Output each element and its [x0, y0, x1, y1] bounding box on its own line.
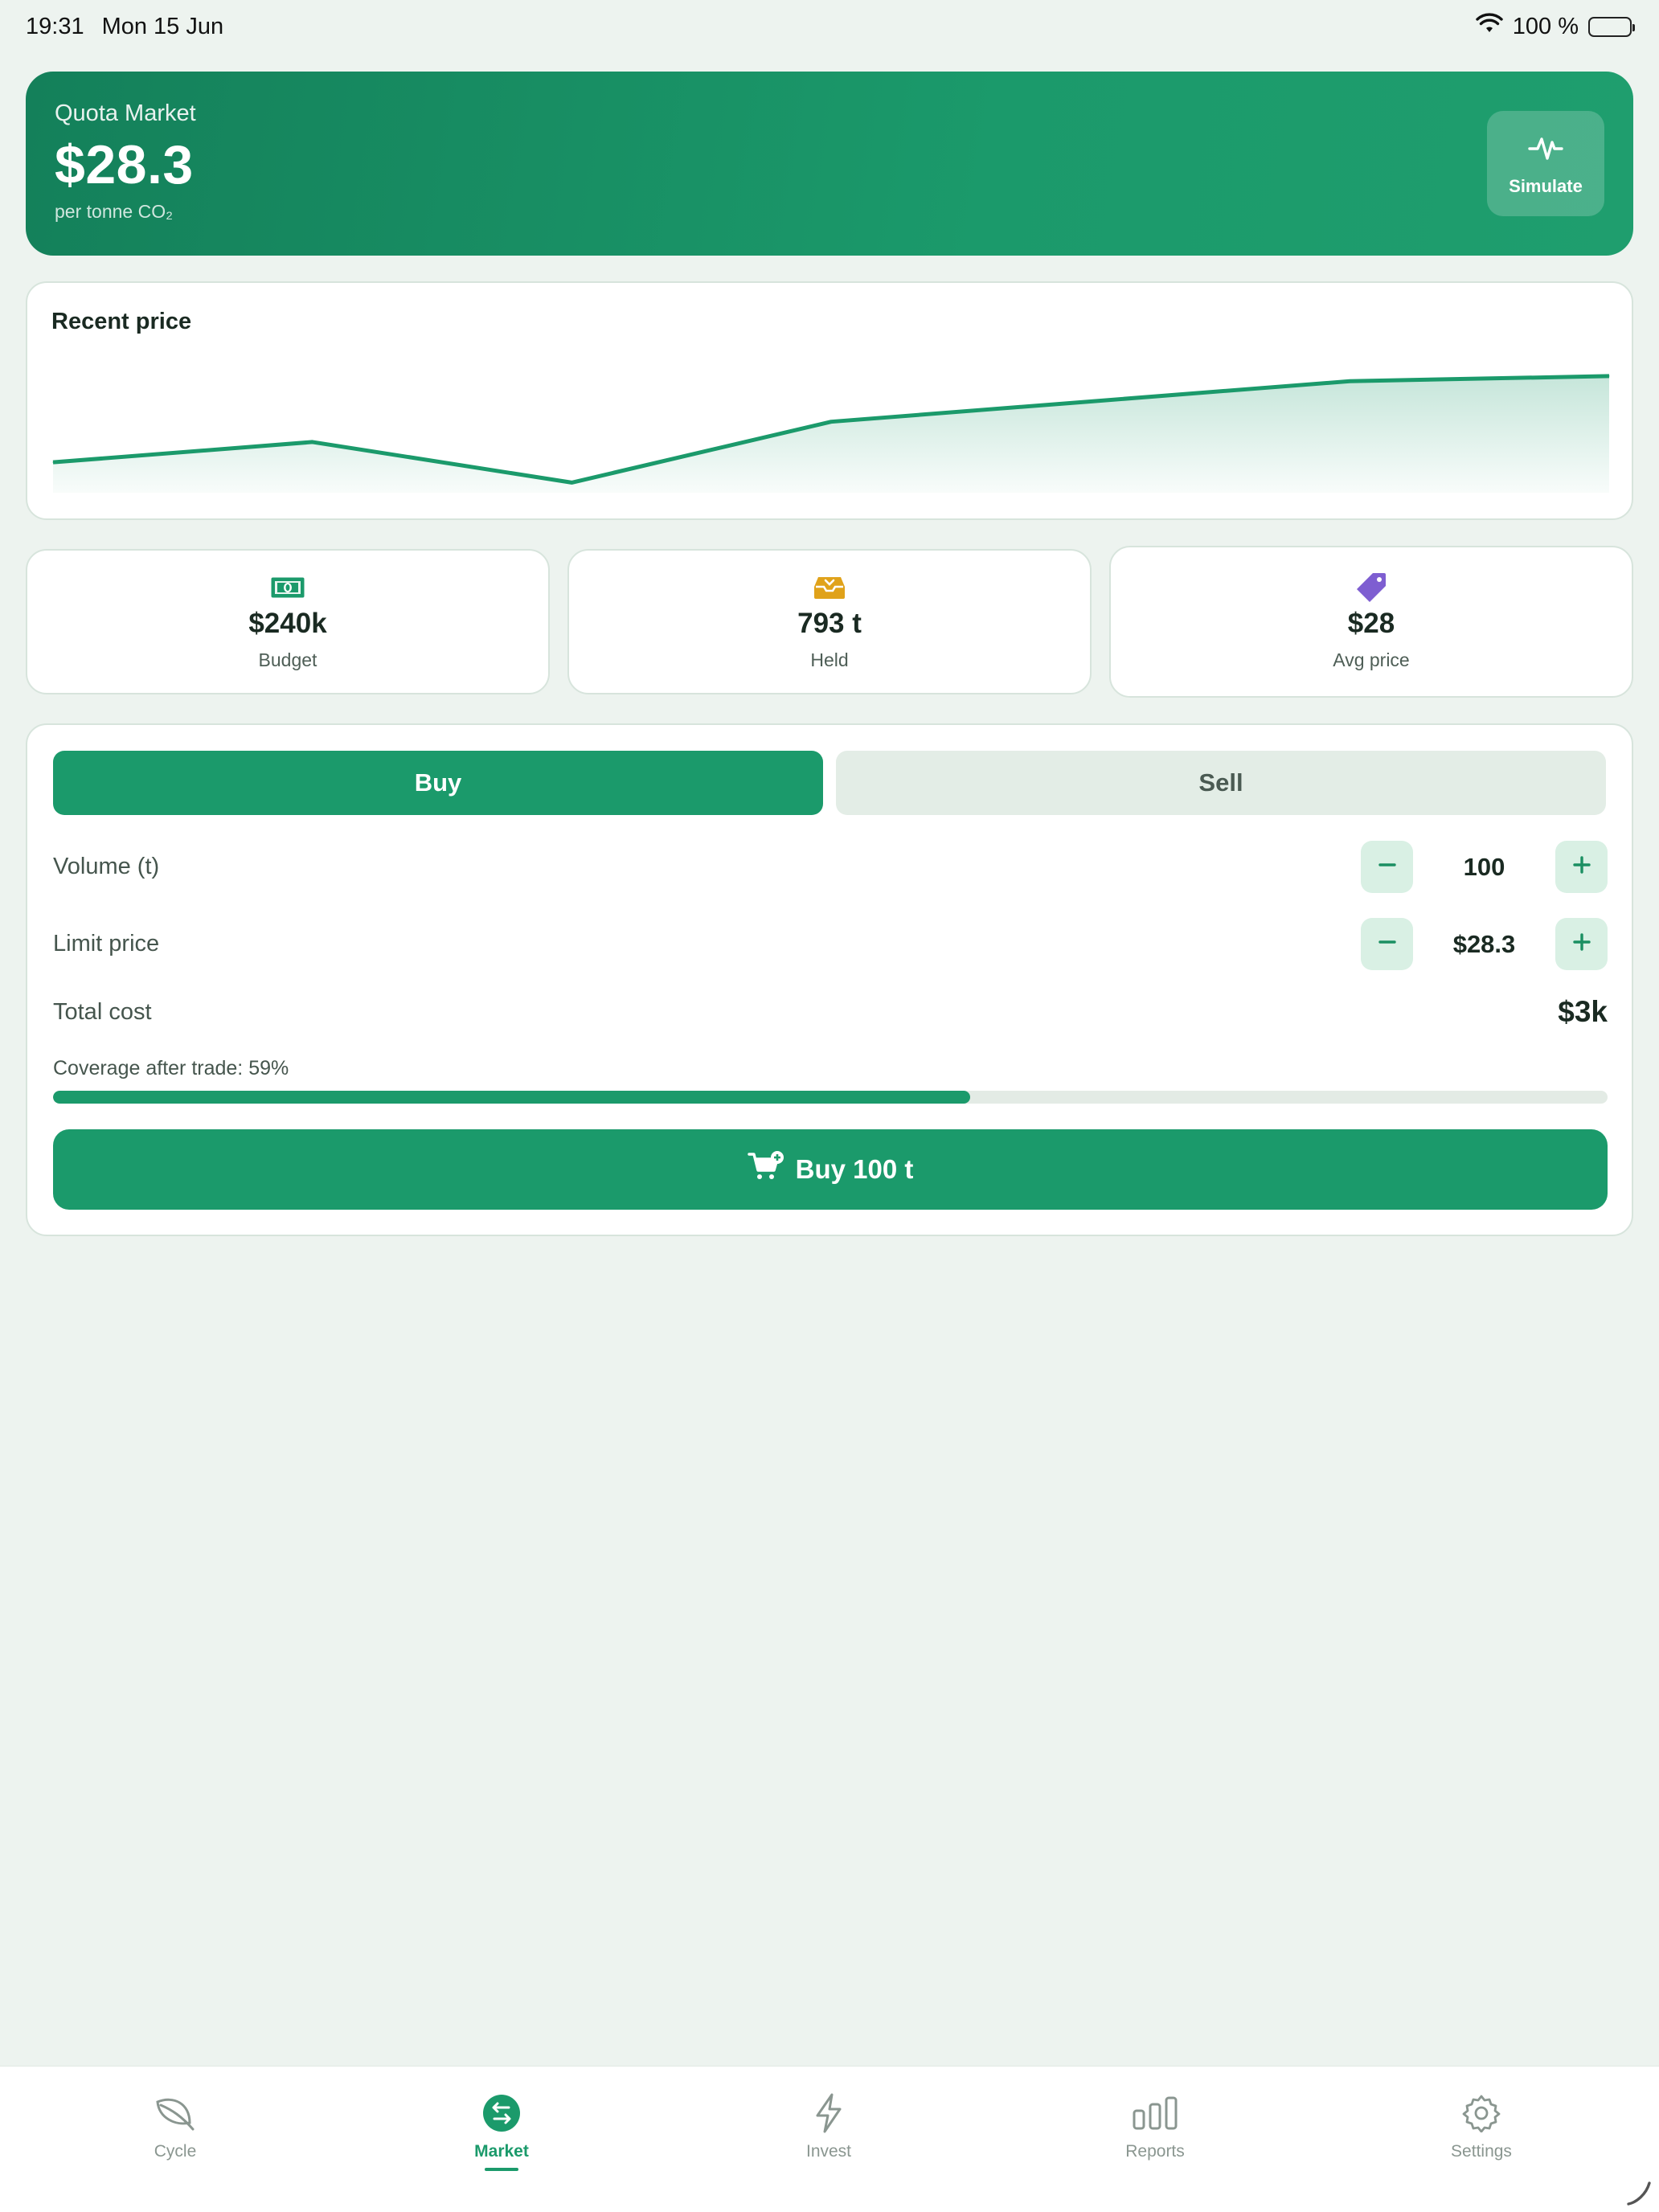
tray-icon [813, 572, 846, 603]
wifi-icon [1476, 13, 1503, 40]
status-bar: 19:31 Mon 15 Jun 100 % [0, 0, 1659, 53]
resize-handle-icon [1627, 2181, 1651, 2206]
cart-add-icon [747, 1151, 784, 1188]
simulate-button[interactable]: Simulate [1487, 111, 1604, 216]
market-header-card: Quota Market $28.3 per tonne CO₂ Simulat… [26, 72, 1633, 256]
price-chart-card: Recent price [26, 281, 1633, 520]
exchange-icon [482, 2091, 521, 2136]
bolt-icon [814, 2091, 843, 2136]
trade-card: Buy Sell Volume (t) 100 Limit price $28.… [26, 723, 1633, 1236]
battery-percent: 100 % [1512, 13, 1579, 39]
coverage-progress-bar [53, 1091, 1608, 1104]
tab-invest[interactable]: Invest [740, 2091, 917, 2161]
tab-invest-label: Invest [805, 2142, 852, 2161]
gear-icon [1462, 2091, 1501, 2136]
tab-market-label: Market [474, 2142, 529, 2161]
buy-sell-toggle: Buy Sell [53, 751, 1606, 815]
price-chart [52, 374, 1610, 493]
plus-icon [1572, 856, 1591, 878]
tab-settings-label: Settings [1451, 2142, 1512, 2161]
avg-price-label: Avg price [1333, 649, 1410, 670]
limit-price-row: Limit price $28.3 [53, 918, 1608, 970]
chart-point-0 [52, 461, 54, 463]
chart-title: Recent price [51, 309, 192, 334]
chart-point-2 [571, 481, 572, 483]
tab-settings[interactable]: Settings [1393, 2091, 1570, 2161]
total-cost-value: $3k [1558, 995, 1608, 1028]
tab-cycle[interactable]: Cycle [87, 2091, 264, 2161]
budget-value: $240k [248, 608, 327, 639]
status-date: Mon 15 Jun [101, 13, 224, 39]
volume-stepper: 100 [1361, 841, 1608, 893]
banknote-icon [270, 572, 305, 603]
bar-chart-icon [1132, 2091, 1178, 2136]
limit-price-decrement-button[interactable] [1361, 918, 1413, 970]
volume-decrement-button[interactable] [1361, 841, 1413, 893]
volume-row: Volume (t) 100 [53, 841, 1608, 893]
chart-point-3 [830, 421, 832, 423]
buy-tab[interactable]: Buy [53, 751, 823, 815]
held-label: Held [810, 649, 849, 670]
chart-area [53, 375, 1609, 493]
limit-price-stepper: $28.3 [1361, 918, 1608, 970]
limit-price-value[interactable]: $28.3 [1413, 930, 1555, 959]
battery-icon [1588, 16, 1635, 37]
coverage-progress-fill [53, 1091, 971, 1104]
status-time: 19:31 [26, 13, 84, 39]
stat-card-held: 793 t Held [567, 549, 1092, 694]
chart-point-4 [1090, 400, 1092, 402]
simulate-label: Simulate [1509, 175, 1583, 196]
tag-icon [1355, 572, 1387, 603]
limit-price-increment-button[interactable] [1555, 918, 1608, 970]
volume-increment-button[interactable] [1555, 841, 1608, 893]
volume-value[interactable]: 100 [1413, 853, 1555, 882]
buy-submit-button[interactable]: Buy 100 t [53, 1129, 1608, 1210]
stat-card-budget: $240k Budget [26, 549, 550, 694]
budget-label: Budget [258, 649, 317, 670]
pulse-icon [1528, 131, 1563, 168]
plus-icon [1572, 933, 1591, 955]
minus-icon [1378, 933, 1396, 955]
stat-card-avg-price: $28 Avg price [1109, 546, 1633, 698]
chart-point-1 [312, 441, 313, 443]
tab-cycle-label: Cycle [154, 2142, 197, 2161]
buy-submit-label: Buy 100 t [795, 1154, 914, 1184]
coverage-label: Coverage after trade: 59% [53, 1057, 289, 1079]
minus-icon [1378, 856, 1396, 878]
sell-tab[interactable]: Sell [836, 751, 1606, 815]
volume-label: Volume (t) [53, 854, 160, 879]
chart-point-6 [1608, 375, 1610, 377]
limit-price-label: Limit price [53, 931, 160, 956]
header-price: $28.3 [55, 134, 194, 195]
total-cost-row: Total cost $3k [53, 995, 1608, 1029]
leaf-icon [154, 2091, 196, 2136]
tab-bar: Cycle Market Invest Reports Settings [0, 2066, 1659, 2212]
header-label: Quota Market [55, 100, 196, 126]
active-tab-indicator [485, 2168, 518, 2171]
held-value: 793 t [797, 608, 862, 639]
tab-reports-label: Reports [1125, 2142, 1185, 2161]
total-cost-label: Total cost [53, 998, 152, 1025]
tab-reports[interactable]: Reports [1067, 2091, 1243, 2161]
header-unit: per tonne CO₂ [55, 201, 174, 222]
avg-price-value: $28 [1347, 608, 1395, 639]
tab-market[interactable]: Market [413, 2091, 590, 2171]
